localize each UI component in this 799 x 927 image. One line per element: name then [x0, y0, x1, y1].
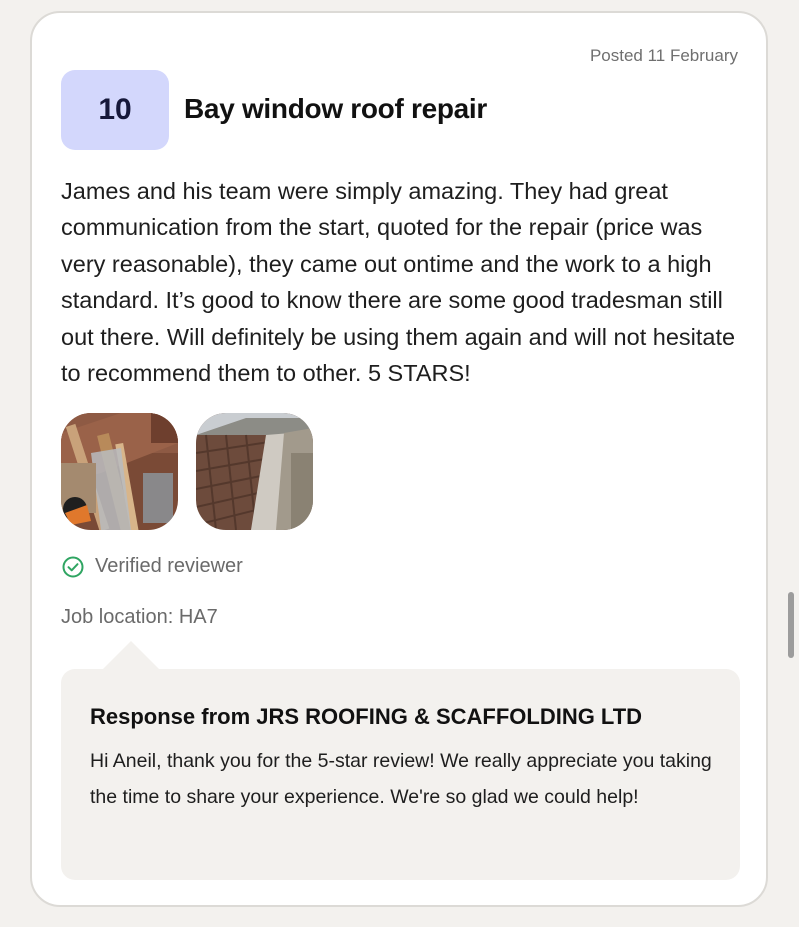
- review-score: 10: [98, 93, 132, 126]
- review-score-badge: 10: [61, 70, 169, 150]
- business-response: Response from JRS ROOFING & SCAFFOLDING …: [61, 641, 740, 880]
- job-location: Job location: HA7: [61, 606, 218, 628]
- verified-reviewer: Verified reviewer: [62, 555, 243, 578]
- review-card: Posted 11 February 10 Bay window roof re…: [30, 11, 768, 907]
- verified-label: Verified reviewer: [95, 555, 243, 577]
- posted-date: Posted 11 February: [589, 46, 738, 65]
- check-circle-icon: [62, 556, 84, 578]
- review-photo-1[interactable]: [61, 413, 178, 530]
- review-title: Bay window roof repair: [184, 93, 487, 124]
- review-body: James and his team were simply amazing. …: [61, 178, 736, 387]
- scrollbar-thumb[interactable]: [788, 592, 794, 658]
- review-photo-2[interactable]: [196, 413, 313, 530]
- response-title: Response from JRS ROOFING & SCAFFOLDING …: [90, 704, 643, 729]
- response-text: Hi Aneil, thank you for the 5-star revie…: [90, 750, 712, 808]
- response-pointer: [101, 641, 161, 671]
- review-photos: [61, 413, 313, 530]
